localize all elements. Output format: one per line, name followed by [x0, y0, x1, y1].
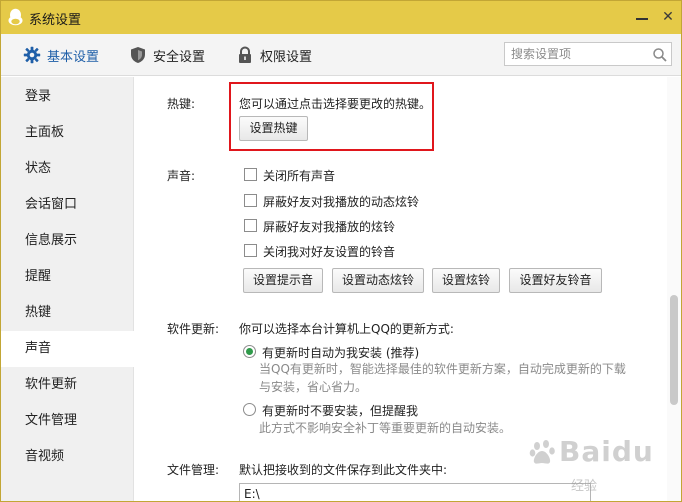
update-description: 你可以选择本台计算机上QQ的更新方式: [239, 322, 454, 336]
red-highlight-box [229, 82, 434, 151]
auto-install-label[interactable]: 有更新时自动为我安装 (推荐) [262, 344, 419, 361]
sidebar-item-status[interactable]: 状态 [1, 151, 134, 187]
sidebar-item-login[interactable]: 登录 [1, 79, 134, 115]
lock-icon [239, 46, 251, 63]
close-icon: ✕ [662, 9, 674, 25]
set-ringtone-button[interactable]: 设置炫铃 [432, 268, 500, 293]
file-management-label: 文件管理: [167, 463, 220, 477]
set-alert-sound-button[interactable]: 设置提示音 [243, 268, 323, 293]
search-box [504, 42, 672, 66]
block-dynamic-ringtone-checkbox[interactable] [244, 194, 257, 207]
watermark-text: Baidu [559, 435, 654, 468]
close-button[interactable]: ✕ [657, 7, 679, 27]
baidu-watermark: Baidu 经验 [521, 435, 671, 495]
sidebar-item-main-panel[interactable]: 主面板 [1, 115, 134, 151]
set-dynamic-ringtone-button[interactable]: 设置动态炫铃 [332, 268, 424, 293]
auto-install-desc-line2: 与安装，省心省力。 [259, 380, 368, 394]
hotkey-label: 热键: [167, 97, 196, 111]
sidebar-item-software-update[interactable]: 软件更新 [1, 367, 134, 403]
shield-icon [131, 47, 145, 63]
search-input[interactable] [511, 45, 641, 63]
sidebar-item-hotkey[interactable]: 热键 [1, 295, 134, 331]
block-dynamic-ringtone-label[interactable]: 屏蔽好友对我播放的动态炫铃 [263, 193, 419, 210]
set-friend-ringtone-button[interactable]: 设置好友铃音 [509, 268, 602, 293]
minimize-button[interactable] [631, 7, 653, 27]
tab-label: 安全设置 [153, 49, 206, 65]
sidebar-item-info-display[interactable]: 信息展示 [1, 223, 134, 259]
sidebar-item-file-management[interactable]: 文件管理 [1, 403, 134, 439]
window-title: 系统设置 [29, 13, 82, 28]
minimize-icon [636, 18, 648, 20]
sidebar-item-reminder[interactable]: 提醒 [1, 259, 134, 295]
sidebar: 登录 主面板 状态 会话窗口 信息展示 提醒 热键 声音 软件更新 文件管理 音… [1, 77, 134, 501]
tab-basic-settings[interactable]: 基本设置 [23, 45, 99, 65]
tab-security-settings[interactable]: 安全设置 [129, 45, 205, 65]
baidu-paw-icon [529, 440, 555, 464]
scrollbar-thumb[interactable] [670, 295, 678, 405]
mute-all-label[interactable]: 关闭所有声音 [263, 167, 335, 184]
watermark-sub: 经验 [571, 479, 598, 494]
file-management-description: 默认把接收到的文件保存到此文件夹中: [239, 463, 448, 477]
disable-friend-ringtone-checkbox[interactable] [244, 244, 257, 257]
auto-install-desc-line1: 当QQ有更新时，智能选择最佳的软件更新方案，自动完成更新的下载 [259, 362, 626, 376]
notify-only-label[interactable]: 有更新时不要安装，但提醒我 [262, 402, 418, 419]
tab-label: 权限设置 [260, 49, 313, 65]
block-ringtone-checkbox[interactable] [244, 219, 257, 232]
disable-friend-ringtone-label[interactable]: 关闭我对好友设置的铃音 [263, 243, 395, 260]
tab-label: 基本设置 [47, 49, 100, 65]
gear-icon [23, 46, 41, 64]
mute-all-checkbox[interactable] [244, 168, 257, 181]
sound-label: 声音: [167, 169, 196, 183]
title-bar[interactable]: 系统设置 ✕ [1, 1, 681, 34]
sidebar-item-chat-window[interactable]: 会话窗口 [1, 187, 134, 223]
tab-bar: 基本设置 安全设置 权限设置 [1, 34, 681, 76]
tab-permission-settings[interactable]: 权限设置 [236, 45, 312, 65]
auto-install-radio[interactable] [243, 345, 256, 358]
sidebar-item-audio-video[interactable]: 音视频 [1, 439, 134, 475]
settings-window: 系统设置 ✕ 基本设置 安全设置 权限设置 搜索设置项 登录 主面板 状态 会话… [0, 0, 682, 502]
sidebar-item-sound[interactable]: 声音 [1, 331, 134, 367]
search-icon[interactable] [652, 47, 668, 63]
notify-only-radio[interactable] [243, 403, 256, 416]
update-label: 软件更新: [167, 322, 220, 336]
block-ringtone-label[interactable]: 屏蔽好友对我播放的炫铃 [263, 218, 395, 235]
qq-penguin-icon [8, 8, 23, 26]
